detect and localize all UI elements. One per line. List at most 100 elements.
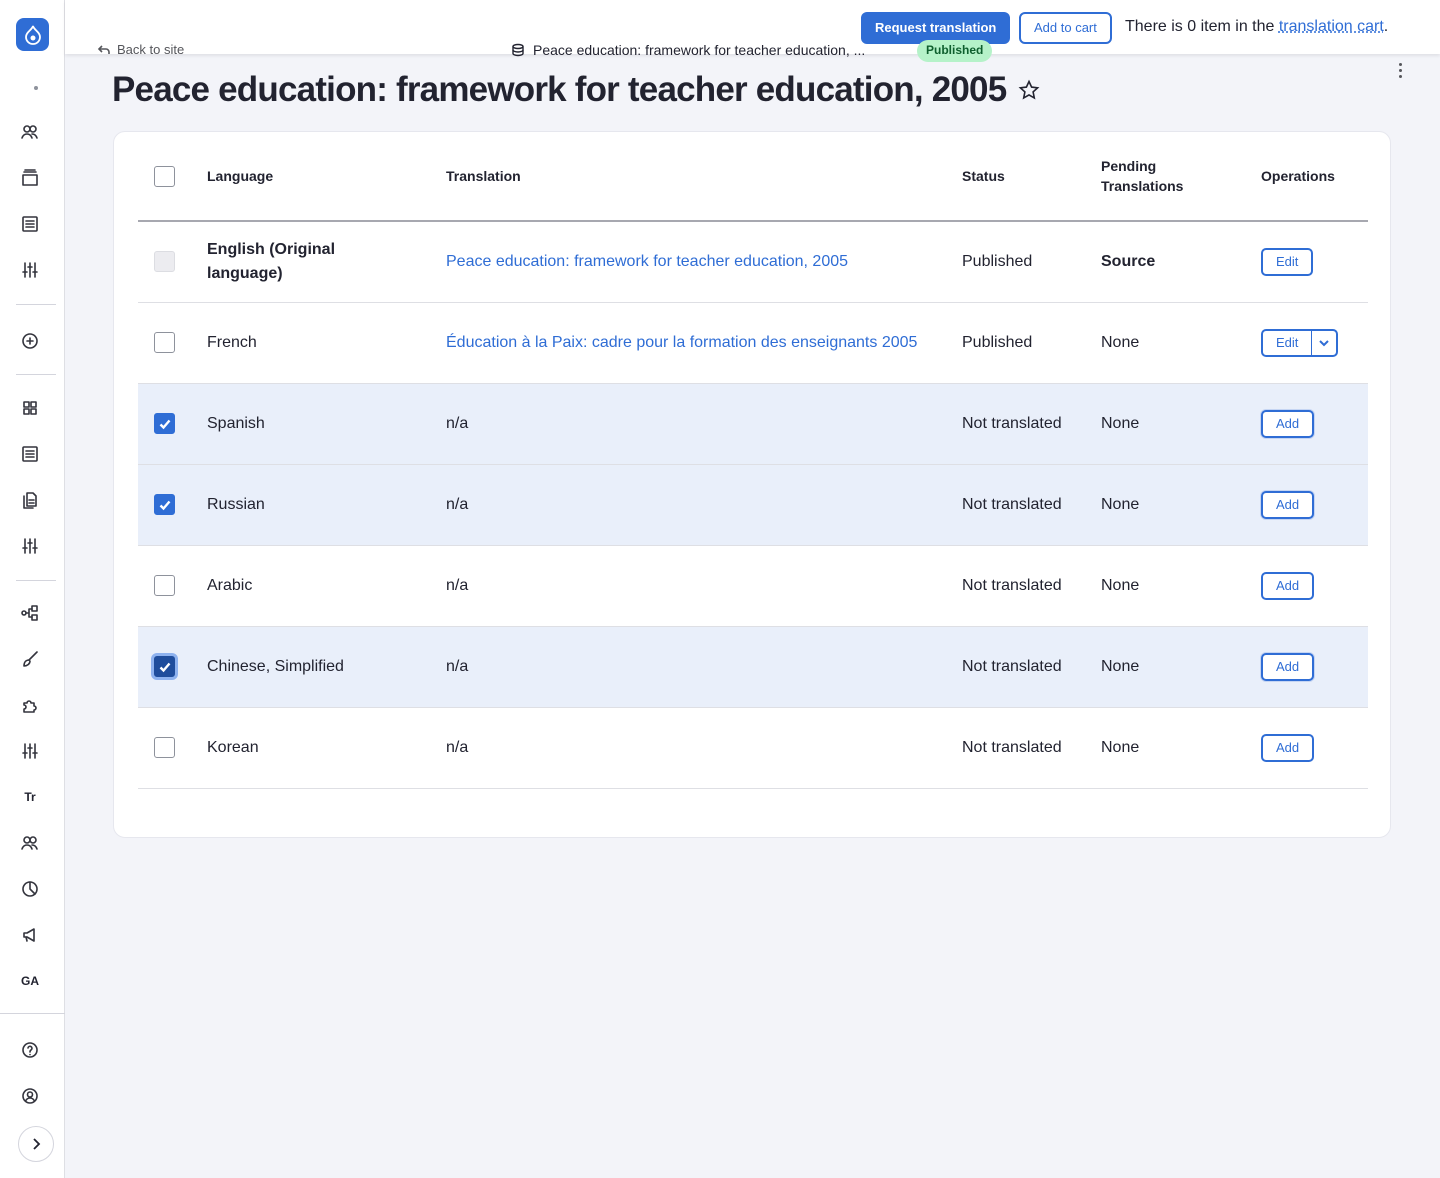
- language-cell: French: [207, 302, 446, 384]
- top-bar: Back to site Peace education: framework …: [65, 0, 1440, 78]
- translation-cell: n/a: [446, 545, 962, 627]
- row-checkbox-korean[interactable]: [154, 737, 175, 758]
- add-button[interactable]: Add: [1261, 733, 1315, 762]
- more-actions-kebab-icon[interactable]: [1392, 60, 1408, 80]
- table-row: Spanish n/a Not translated None Add: [138, 383, 1368, 465]
- pending-cell: None: [1101, 464, 1261, 546]
- language-cell: Korean: [207, 707, 446, 789]
- pending-cell: None: [1101, 545, 1261, 627]
- table-row: Arabic n/a Not translated None Add: [138, 545, 1368, 627]
- reports-pie-icon[interactable]: [10, 874, 50, 904]
- list-icon[interactable]: [10, 439, 50, 469]
- table-row: Chinese, Simplified n/a Not translated N…: [138, 626, 1368, 708]
- back-to-site-label: Back to site: [117, 42, 185, 57]
- database-icon: [512, 43, 524, 57]
- translation-link[interactable]: Peace education: framework for teacher e…: [446, 221, 962, 303]
- select-all-checkbox[interactable]: [154, 165, 175, 187]
- chevron-down-icon[interactable]: [1312, 331, 1336, 355]
- layers-icon[interactable]: [10, 163, 50, 193]
- header-operations: Operations: [1261, 132, 1368, 222]
- edit-button[interactable]: Edit: [1261, 247, 1314, 276]
- add-button[interactable]: Add: [1261, 571, 1315, 600]
- back-to-site-link[interactable]: Back to site: [97, 42, 184, 57]
- row-checkbox-spanish[interactable]: [154, 413, 175, 434]
- back-arrow-icon: [97, 44, 110, 54]
- google-analytics-ga-icon[interactable]: GA: [10, 966, 50, 996]
- pending-cell: None: [1101, 707, 1261, 789]
- page-title-text: Peace education: framework for teacher e…: [112, 70, 1007, 109]
- structure-icon[interactable]: [10, 598, 50, 628]
- table-row: English (Original language) Peace educat…: [138, 221, 1368, 303]
- status-cell: Not translated: [962, 626, 1101, 708]
- translations-table: Language Translation Status Pending Tran…: [138, 132, 1368, 789]
- header-language[interactable]: Language: [207, 132, 446, 222]
- add-button[interactable]: Add: [1261, 490, 1315, 519]
- status-badge: Published: [917, 40, 993, 62]
- translation-cell: n/a: [446, 464, 962, 546]
- add-circle-icon[interactable]: [10, 326, 50, 356]
- status-cell: Published: [962, 221, 1101, 303]
- pending-cell: Source: [1101, 221, 1261, 303]
- announcements-megaphone-icon[interactable]: [10, 920, 50, 950]
- user-account-icon[interactable]: [10, 1081, 50, 1111]
- row-checkbox-english: [154, 251, 175, 273]
- translation-cell: n/a: [446, 626, 962, 708]
- documents-icon[interactable]: [10, 485, 50, 515]
- row-checkbox-arabic[interactable]: [154, 575, 175, 596]
- language-cell: Arabic: [207, 545, 446, 627]
- expand-sidebar-chevron-right-icon[interactable]: [18, 1126, 54, 1162]
- sliders-icon[interactable]: [10, 255, 50, 285]
- row-checkbox-french[interactable]: [154, 332, 175, 353]
- table-row: Korean n/a Not translated None Add: [138, 707, 1368, 789]
- header-pending-translations: Pending Translations: [1101, 132, 1261, 222]
- dashboard-grid-icon[interactable]: [10, 393, 50, 423]
- language-cell: Spanish: [207, 383, 446, 465]
- status-cell: Not translated: [962, 383, 1101, 465]
- favorite-star-icon[interactable]: [1018, 70, 1040, 110]
- node-title: Peace education: framework for teacher e…: [533, 42, 866, 58]
- node-title-breadcrumb: Peace education: framework for teacher e…: [511, 42, 865, 58]
- add-to-cart-button[interactable]: Add to cart: [1019, 12, 1112, 44]
- translation-tr-icon[interactable]: Tr: [10, 782, 50, 812]
- edit-split-button: Edit: [1261, 328, 1339, 357]
- add-button[interactable]: Add: [1261, 652, 1315, 681]
- content-icon[interactable]: [10, 209, 50, 239]
- translation-link[interactable]: Éducation à la Paix: cadre pour la forma…: [446, 302, 962, 384]
- pending-cell: None: [1101, 383, 1261, 465]
- status-cell: Not translated: [962, 707, 1101, 789]
- help-icon[interactable]: [10, 1035, 50, 1065]
- appearance-brush-icon[interactable]: [10, 644, 50, 674]
- translations-card: Language Translation Status Pending Tran…: [113, 131, 1391, 838]
- status-cell: Not translated: [962, 545, 1101, 627]
- people-icon[interactable]: [10, 117, 50, 147]
- cart-status-period: .: [1383, 18, 1389, 35]
- translation-cell: n/a: [446, 707, 962, 789]
- page-title: Peace education: framework for teacher e…: [112, 70, 1040, 110]
- language-cell: English (Original language): [207, 221, 446, 303]
- cart-status-text: There is 0 item in the: [1125, 18, 1279, 35]
- table-row: Russian n/a Not translated None Add: [138, 464, 1368, 546]
- sidebar-dot: [34, 86, 38, 90]
- status-cell: Not translated: [962, 464, 1101, 546]
- header-translation: Translation: [446, 132, 962, 222]
- header-status: Status: [962, 132, 1101, 222]
- drupal-logo-icon[interactable]: [16, 18, 49, 51]
- table-row: French Éducation à la Paix: cadre pour l…: [138, 302, 1368, 384]
- configuration-icon[interactable]: [10, 736, 50, 766]
- edit-button[interactable]: Edit: [1263, 330, 1313, 355]
- translation-cart-status: There is 0 item in the translation cart.: [1125, 18, 1388, 36]
- add-button[interactable]: Add: [1261, 409, 1315, 438]
- row-checkbox-russian[interactable]: [154, 494, 175, 515]
- pending-cell: None: [1101, 626, 1261, 708]
- translation-cell: n/a: [446, 383, 962, 465]
- admin-sidebar: Tr GA: [0, 0, 65, 1178]
- translation-cart-link[interactable]: translation cart: [1279, 18, 1384, 35]
- users-icon[interactable]: [10, 828, 50, 858]
- settings-sliders-icon[interactable]: [10, 531, 50, 561]
- language-cell: Chinese, Simplified: [207, 626, 446, 708]
- row-checkbox-chinese-simplified[interactable]: [154, 656, 175, 677]
- status-cell: Published: [962, 302, 1101, 384]
- extend-puzzle-icon[interactable]: [10, 690, 50, 720]
- table-header-row: Language Translation Status Pending Tran…: [138, 132, 1368, 222]
- language-cell: Russian: [207, 464, 446, 546]
